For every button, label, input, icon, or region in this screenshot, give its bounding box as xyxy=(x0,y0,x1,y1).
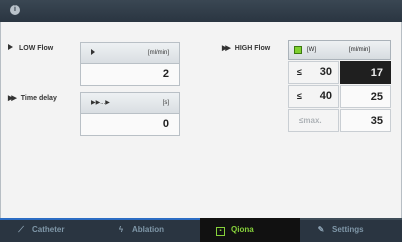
wrench-icon: ✎ xyxy=(317,225,325,234)
catheter-icon: ⟋ xyxy=(18,225,24,234)
play-icon xyxy=(91,49,101,57)
time-delay-unit: [s] xyxy=(162,100,169,106)
flow-value-cell[interactable]: 25 xyxy=(340,85,391,108)
tab-settings[interactable]: ✎ Settings xyxy=(300,218,400,242)
low-flow-label: LOW Flow xyxy=(8,44,53,52)
power-threshold-cell[interactable]: ≤ 30 xyxy=(288,61,339,84)
info-icon[interactable]: i xyxy=(10,5,20,15)
time-delay-field[interactable]: ▶▶...▶ [s] 0 xyxy=(80,92,180,136)
fast-forward-icon: ▶▶...▶ xyxy=(91,100,110,106)
status-indicator xyxy=(294,46,302,54)
high-flow-table: [W] [ml/min] ≤ 30 17 ≤ 40 25 ≤max. 35 xyxy=(288,40,391,132)
time-delay-label: ▶▶ Time delay xyxy=(8,95,57,102)
time-delay-value: 0 xyxy=(162,118,169,130)
power-threshold-cell: ≤max. xyxy=(288,109,339,132)
play-icon xyxy=(8,44,13,50)
tab-catheter[interactable]: ⟋ Catheter xyxy=(0,218,100,242)
top-bar: i xyxy=(0,0,402,22)
low-flow-header: [ml/min] xyxy=(81,43,179,64)
low-flow-value: 2 xyxy=(162,68,169,80)
flow-value-cell[interactable]: 17 xyxy=(340,61,391,84)
tab-ablation[interactable]: ϟ Ablation xyxy=(100,218,200,242)
fast-forward-icon: ▶▶ xyxy=(8,95,17,102)
low-flow-field[interactable]: [ml/min] 2 xyxy=(80,42,180,86)
qiona-icon: ▪ xyxy=(216,227,225,236)
high-flow-table-header: [W] [ml/min] xyxy=(288,40,391,60)
table-row: ≤max. 35 xyxy=(288,109,391,132)
time-delay-header: ▶▶...▶ [s] xyxy=(81,93,179,114)
low-flow-unit: [ml/min] xyxy=(148,50,169,56)
power-unit: [W] xyxy=(307,47,316,53)
fast-forward-icon: ▶▶ xyxy=(222,45,231,52)
ablation-icon: ϟ xyxy=(118,225,124,234)
bottom-nav: ⟋ Catheter ϟ Ablation ▪ Qiona ✎ Settings xyxy=(0,218,402,242)
power-threshold-cell[interactable]: ≤ 40 xyxy=(288,85,339,108)
table-row: ≤ 40 25 xyxy=(288,85,391,108)
tab-qiona[interactable]: ▪ Qiona xyxy=(200,218,300,242)
flow-value-cell[interactable]: 35 xyxy=(340,109,391,132)
table-row: ≤ 30 17 xyxy=(288,61,391,84)
flow-unit: [ml/min] xyxy=(349,47,370,53)
high-flow-label: ▶▶ HIGH Flow xyxy=(222,45,271,52)
